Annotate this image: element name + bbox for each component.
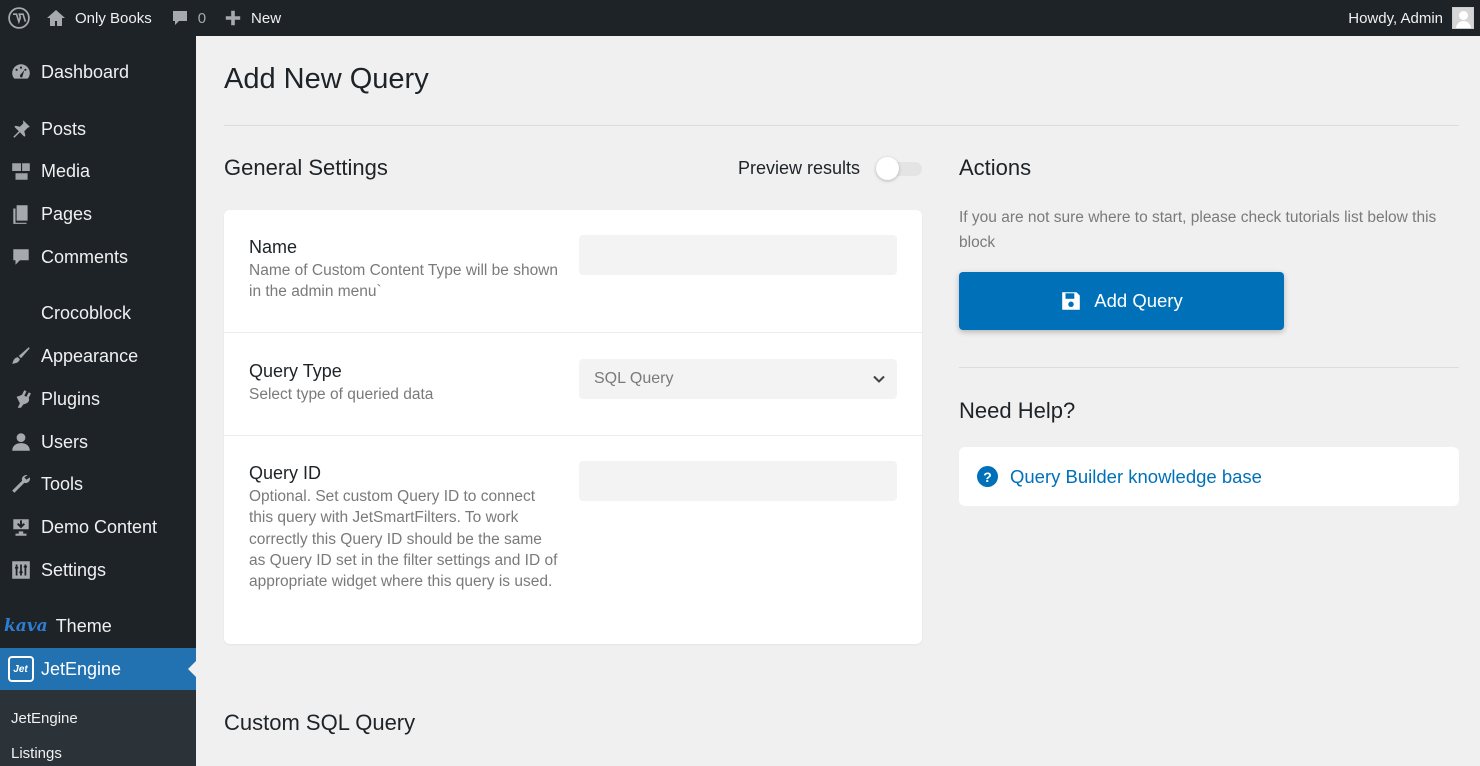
toggle-knob: [876, 157, 899, 180]
query-type-label: Query Type: [249, 361, 342, 381]
sidebar-item-label: Tools: [41, 473, 84, 494]
sidebar-item-posts[interactable]: Posts: [0, 111, 196, 147]
comment-bubble-icon: [172, 11, 187, 25]
query-type-field-row: Query Type Select type of queried data S…: [224, 333, 922, 436]
sidebar-item-label: Settings: [41, 559, 107, 580]
actions-title: Actions: [959, 155, 1032, 180]
site-name-link[interactable]: Only Books: [37, 0, 161, 36]
comment-icon: [0, 246, 41, 268]
sidebar-item-label: Dashboard: [41, 61, 130, 82]
sidebar-item-jetengine[interactable]: Jet JetEngine: [0, 648, 196, 690]
add-query-button[interactable]: Add Query: [959, 272, 1284, 330]
settings-icon: [0, 559, 41, 581]
new-content-link[interactable]: New: [215, 0, 290, 36]
new-label: New: [251, 9, 282, 27]
sidebar-item-demo-content[interactable]: Demo Content: [0, 509, 196, 545]
plugin-icon: [0, 388, 41, 410]
knowledge-base-link[interactable]: Query Builder knowledge base: [1010, 466, 1262, 488]
divider: [959, 367, 1459, 368]
save-icon: [1062, 292, 1081, 310]
name-field-row: Name Name of Custom Content Type will be…: [224, 210, 922, 333]
question-icon: ?: [977, 466, 998, 487]
paintbrush-icon: [0, 345, 41, 367]
name-description: Name of Custom Content Type will be show…: [249, 262, 559, 301]
sidebar-item-tools[interactable]: Tools: [0, 466, 196, 502]
need-help-title: Need Help?: [959, 398, 1076, 423]
sidebar-item-label: JetEngine: [41, 658, 122, 679]
sidebar-item-appearance[interactable]: Appearance: [0, 338, 196, 374]
submenu-item-listings[interactable]: Listings: [11, 745, 62, 762]
chevron-down-icon: [873, 375, 885, 383]
home-icon: [47, 10, 65, 26]
sidebar-item-label: Users: [41, 431, 89, 452]
sidebar-item-comments[interactable]: Comments: [0, 239, 196, 275]
submenu-item-jetengine[interactable]: JetEngine: [11, 710, 78, 727]
query-id-description: Optional. Set custom Query ID to connect…: [249, 488, 558, 591]
sidebar-item-label: Demo Content: [41, 516, 158, 537]
pushpin-icon: [0, 118, 41, 140]
sidebar-item-settings[interactable]: Settings: [0, 552, 196, 588]
sidebar-item-label: Plugins: [41, 388, 101, 409]
query-id-label: Query ID: [249, 463, 322, 483]
query-id-field-row: Query ID Optional. Set custom Query ID t…: [224, 436, 922, 644]
pages-icon: [0, 203, 41, 225]
general-settings-title: General Settings: [224, 155, 388, 180]
general-settings-card: Name Name of Custom Content Type will be…: [224, 210, 922, 644]
page-title: Add New Query: [224, 63, 429, 95]
sidebar-item-dashboard[interactable]: Dashboard: [0, 54, 196, 90]
query-type-selected: SQL Query: [594, 370, 674, 387]
query-type-description: Select type of queried data: [249, 386, 434, 403]
help-card: ? Query Builder knowledge base: [959, 447, 1459, 506]
dashboard-icon: [0, 61, 41, 83]
actions-hint: If you are not sure where to start, plea…: [959, 209, 1437, 251]
site-name: Only Books: [75, 9, 152, 27]
divider: [224, 125, 1459, 126]
query-type-select[interactable]: SQL Query: [579, 359, 897, 399]
sidebar-item-plugins[interactable]: Plugins: [0, 381, 196, 417]
custom-sql-query-title: Custom SQL Query: [224, 710, 416, 735]
wrench-icon: [0, 473, 41, 495]
query-id-input[interactable]: [579, 461, 897, 501]
comments-link[interactable]: 0: [161, 0, 215, 36]
add-query-label: Add Query: [1094, 290, 1183, 311]
crocoblock-icon: [0, 302, 41, 324]
plus-icon: [225, 10, 241, 26]
sidebar-item-pages[interactable]: Pages: [0, 196, 196, 232]
comments-count: 0: [197, 9, 207, 27]
avatar: [1452, 7, 1474, 29]
sidebar-item-crocoblock[interactable]: Crocoblock: [0, 295, 196, 331]
sidebar-item-label: Pages: [41, 203, 93, 224]
sidebar-item-theme[interactable]: kava Theme: [0, 608, 196, 644]
user-icon: [0, 431, 41, 453]
howdy-text: Howdy, Admin: [1348, 9, 1443, 27]
jetengine-icon: Jet: [0, 656, 41, 682]
wordpress-logo-icon[interactable]: [0, 0, 37, 36]
jetengine-submenu: JetEngine Listings: [0, 690, 196, 766]
sidebar-item-label: Posts: [41, 118, 87, 139]
admin-toolbar: Only Books 0 New Howdy, Admin: [0, 0, 1480, 36]
sidebar-item-label: Comments: [41, 246, 129, 267]
sidebar-item-media[interactable]: Media: [0, 153, 196, 189]
download-icon: [0, 516, 41, 538]
media-icon: [0, 160, 41, 182]
admin-sidebar: Dashboard Posts Media Pages Comments Cro…: [0, 36, 196, 766]
preview-results-label: Preview results: [738, 158, 861, 178]
name-label: Name: [249, 237, 298, 257]
kava-logo: kava: [4, 616, 48, 636]
sidebar-item-label: Crocoblock: [41, 302, 132, 323]
preview-results-toggle[interactable]: [876, 157, 922, 180]
sidebar-item-label: Appearance: [41, 345, 139, 366]
name-input[interactable]: [579, 235, 897, 275]
my-account-link[interactable]: Howdy, Admin: [1339, 0, 1480, 36]
sidebar-item-label: Media: [41, 160, 91, 181]
sidebar-item-label: Theme: [55, 615, 112, 636]
sidebar-item-users[interactable]: Users: [0, 424, 196, 460]
